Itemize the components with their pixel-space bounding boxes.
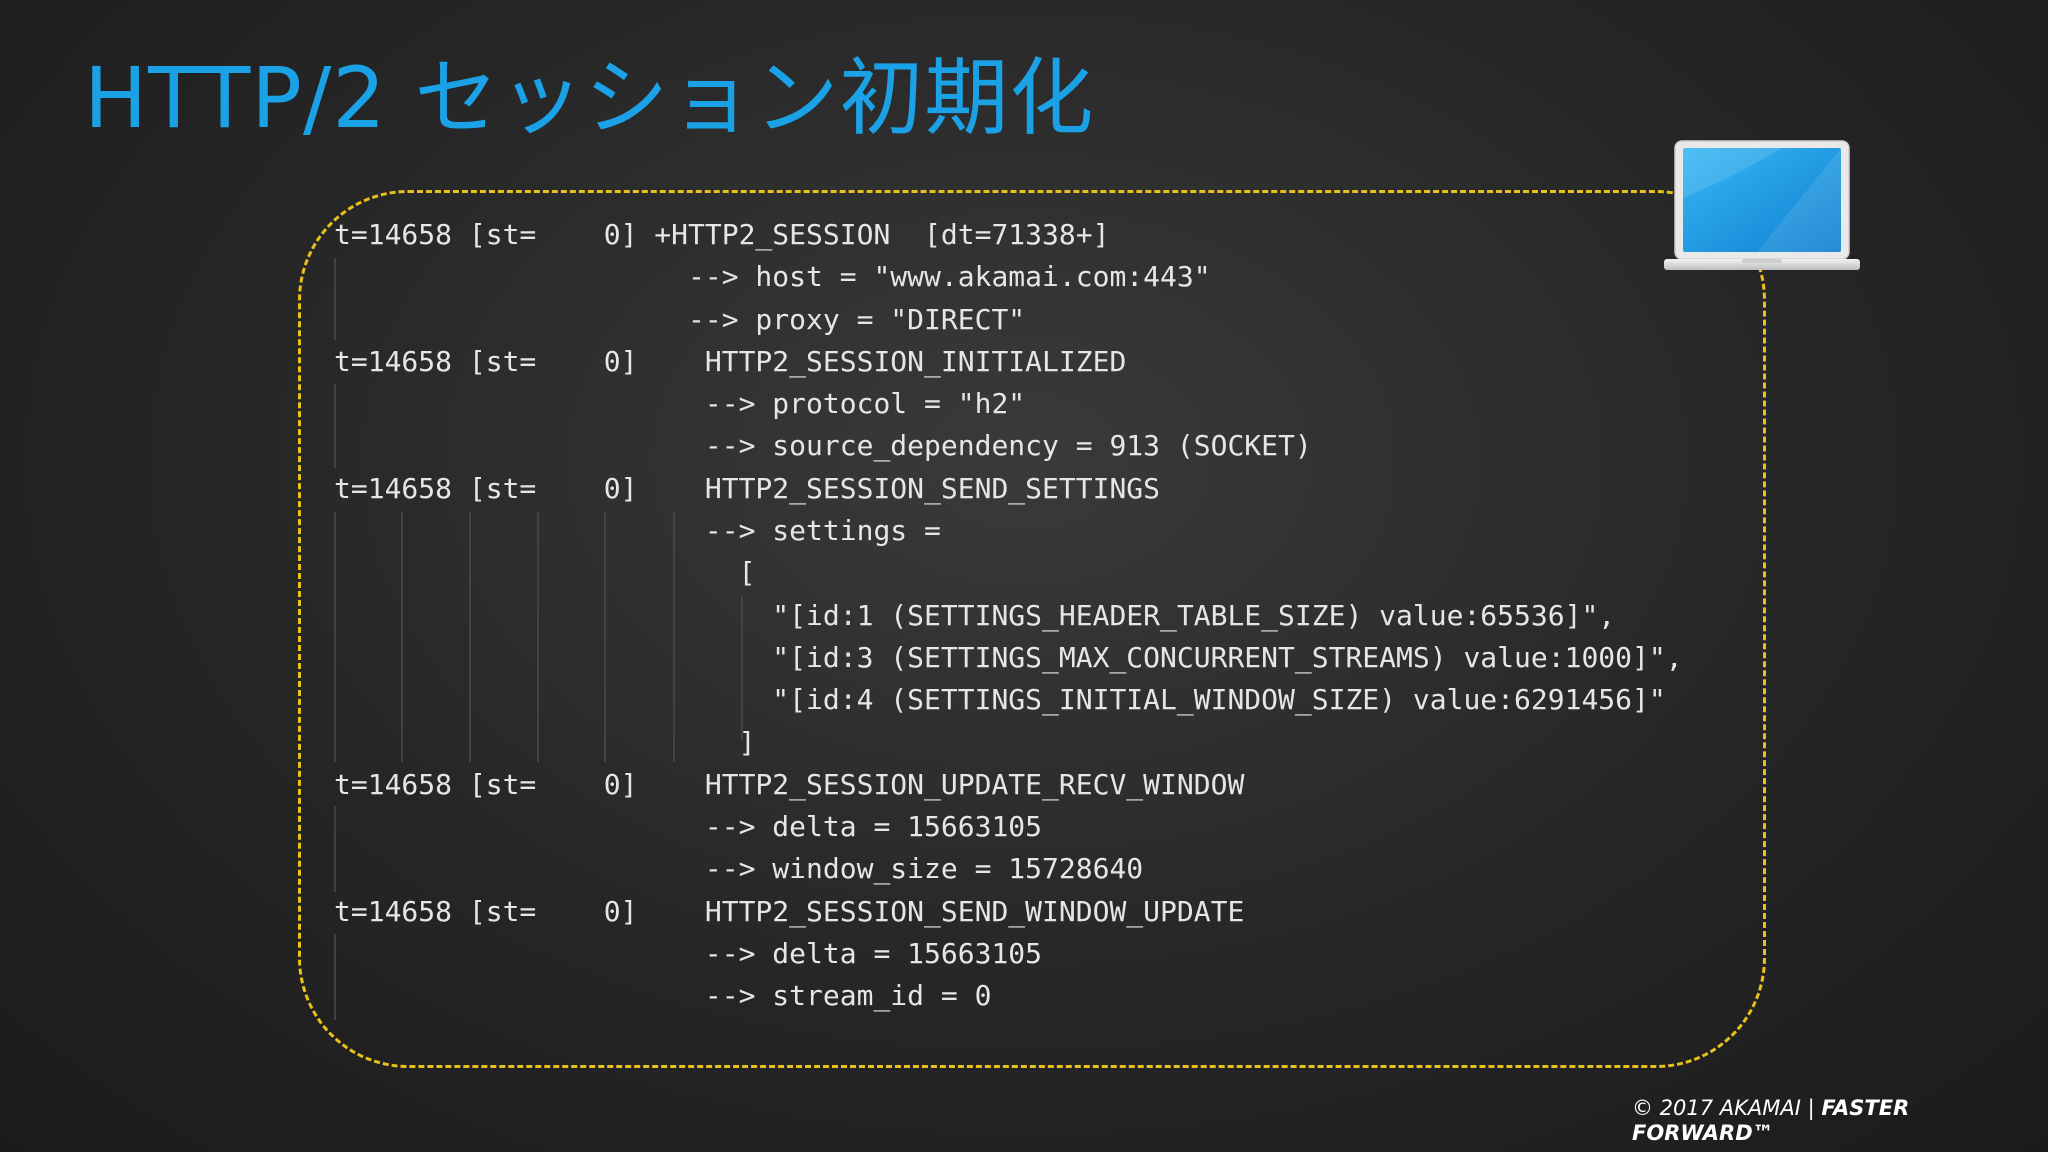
tagline-forward: FORWARD™ (1632, 1121, 1774, 1145)
copyright-text: © 2017 AKAMAI | (1632, 1096, 1822, 1120)
log-line: t=14658 [st= 0] HTTP2_SESSION_SEND_SETTI… (334, 471, 1161, 505)
log-line: --> host = "www.akamai.com:443" (334, 260, 1211, 294)
log-line: --> protocol = "h2" (334, 387, 1026, 421)
log-line: t=14658 [st= 0] HTTP2_SESSION_UPDATE_REC… (334, 767, 1245, 801)
log-line: --> delta = 15663105 (334, 810, 1043, 844)
log-line: t=14658 [st= 0] +HTTP2_SESSION [dt=71338… (334, 218, 1110, 251)
log-line: "[id:3 (SETTINGS_MAX_CONCURRENT_STREAMS)… (334, 640, 1683, 674)
log-line: --> delta = 15663105 (334, 937, 1043, 971)
log-line: --> window_size = 15728640 (334, 852, 1144, 886)
log-line: "[id:1 (SETTINGS_HEADER_TABLE_SIZE) valu… (334, 598, 1616, 632)
log-line: t=14658 [st= 0] HTTP2_SESSION_INITIALIZE… (334, 344, 1127, 378)
log-line: "[id:4 (SETTINGS_INITIAL_WINDOW_SIZE) va… (334, 683, 1666, 717)
log-line: --> source_dependency = 913 (SOCKET) (334, 429, 1312, 463)
log-line: --> stream_id = 0 (334, 979, 992, 1013)
copyright-footer: © 2017 AKAMAI | FASTER FORWARD™ (1632, 1096, 1909, 1146)
net-log-output: t=14658 [st= 0] +HTTP2_SESSION [dt=71338… (334, 214, 1754, 1018)
tagline-faster: FASTER (1821, 1096, 1910, 1120)
footer-line-1: © 2017 AKAMAI | FASTER (1632, 1096, 1909, 1121)
laptop-icon (1664, 140, 1860, 270)
log-line: [ (334, 556, 756, 590)
slide-title: HTTP/2 セッション初期化 (84, 49, 1095, 147)
log-line: --> proxy = "DIRECT" (334, 302, 1026, 336)
log-line: ] (334, 725, 756, 759)
log-line: --> settings = (334, 514, 941, 548)
log-line: t=14658 [st= 0] HTTP2_SESSION_SEND_WINDO… (334, 894, 1245, 928)
